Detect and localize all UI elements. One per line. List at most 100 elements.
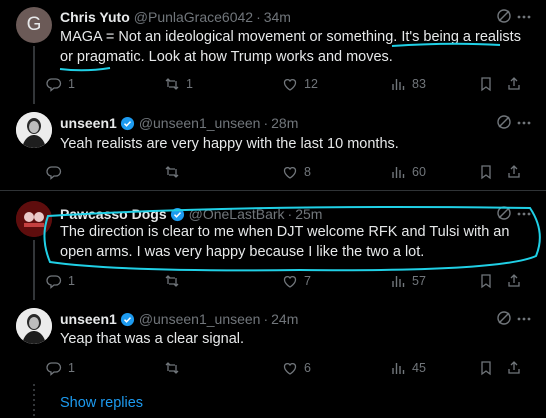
tweet-actions: 1 6 45 [46,358,520,378]
reply-count: 1 [68,361,75,375]
verified-badge-icon [120,116,134,130]
share-icon[interactable] [506,164,522,180]
view-count: 45 [412,361,426,375]
repost-button[interactable] [164,162,186,182]
views-icon [392,167,405,178]
views-button[interactable]: 83 [390,74,426,94]
thread-divider [0,190,546,191]
like-button[interactable]: 7 [282,271,311,291]
author-name[interactable]: Chris Yuto [60,9,130,25]
thread-line [33,46,35,104]
author-handle[interactable]: @PunlaGrace6042 [134,9,253,25]
portrait-image [16,308,52,344]
author-handle[interactable]: @OneLastBark [189,206,285,222]
bookmark-icon[interactable] [478,76,494,92]
grok-icon[interactable] [496,8,512,24]
tweet-actions: 1 7 57 [46,271,520,291]
views-button[interactable]: 57 [390,271,426,291]
like-count: 6 [304,361,311,375]
reply-button[interactable] [46,162,68,182]
tweet-pawcasso-dogs[interactable]: Pawcasso Dogs @OneLastBark · 25m The dir… [0,194,546,300]
author-handle[interactable]: @unseen1_unseen [139,115,261,131]
more-icon[interactable] [516,9,532,25]
reply-icon [46,275,62,289]
repost-button[interactable] [164,358,186,378]
tweet-chris-yuto[interactable]: G Chris Yuto @PunlaGrace6042 · 34m MAGA … [0,0,546,104]
tweet-header: unseen1 @unseen1_unseen · 28m [60,113,546,133]
author-name[interactable]: Pawcasso Dogs [60,206,167,222]
reply-icon [46,78,62,92]
repost-icon [165,362,179,374]
repost-button[interactable]: 1 [164,74,193,94]
thread-line [33,240,35,300]
like-count: 12 [304,77,318,91]
timestamp[interactable]: 24m [271,311,298,327]
share-icon[interactable] [506,76,522,92]
timestamp[interactable]: 34m [264,9,291,25]
timestamp[interactable]: 28m [271,115,298,131]
reply-button[interactable]: 1 [46,358,75,378]
tweet-header: Pawcasso Dogs @OneLastBark · 25m [60,204,546,224]
repost-icon [165,166,179,178]
more-icon[interactable] [516,206,532,222]
separator-dot: · [256,9,261,25]
author-name[interactable]: unseen1 [60,311,117,327]
grok-icon[interactable] [496,205,512,221]
views-button[interactable]: 60 [390,162,426,182]
dog-logo-image [16,201,52,237]
tweet-unseen1-reply-2[interactable]: unseen1 @unseen1_unseen · 24m Yeap that … [0,300,546,386]
heart-icon [283,276,297,288]
author-name[interactable]: unseen1 [60,115,117,131]
reply-icon [46,166,62,180]
share-icon[interactable] [506,273,522,289]
heart-icon [283,79,297,91]
avatar[interactable] [16,308,52,344]
tweet-actions: 8 60 [46,162,520,182]
bookmark-icon[interactable] [478,273,494,289]
reply-button[interactable]: 1 [46,74,75,94]
separator-dot: · [263,115,269,131]
more-replies-connector [33,384,35,418]
like-button[interactable]: 6 [282,358,311,378]
grok-icon[interactable] [496,114,512,130]
tweet-text: Yeap that was a clear signal. [60,331,245,347]
reply-button[interactable]: 1 [46,271,75,291]
tweet-unseen1-reply-1[interactable]: unseen1 @unseen1_unseen · 28m Yeah reali… [0,104,546,188]
tweet-actions: 1 1 12 83 [46,74,520,94]
like-button[interactable]: 12 [282,74,318,94]
repost-button[interactable] [164,271,186,291]
show-replies-link[interactable]: Show replies [60,395,143,411]
heart-icon [283,363,297,375]
avatar[interactable]: G [16,7,52,43]
view-count: 57 [412,274,426,288]
more-icon[interactable] [516,311,532,327]
bookmark-icon[interactable] [478,360,494,376]
timestamp[interactable]: 25m [295,206,322,222]
tweet-text: MAGA = Not an ideological movement or so… [60,29,525,65]
more-icon[interactable] [516,115,532,131]
grok-icon[interactable] [496,310,512,326]
verified-badge-icon [170,207,184,221]
views-icon [392,363,405,374]
tweet-header: Chris Yuto @PunlaGrace6042 · 34m [60,7,546,27]
author-handle[interactable]: @unseen1_unseen [139,311,261,327]
share-icon[interactable] [506,360,522,376]
view-count: 60 [412,165,426,179]
views-button[interactable]: 45 [390,358,426,378]
reply-count: 1 [68,77,75,91]
like-button[interactable]: 8 [282,162,311,182]
bookmark-icon[interactable] [478,164,494,180]
verified-badge-icon [120,312,134,326]
avatar[interactable] [16,112,52,148]
separator-dot: · [263,311,269,327]
tweet-text: Yeah realists are very happy with the la… [60,136,399,152]
repost-count: 1 [186,77,193,91]
views-icon [392,276,405,287]
like-count: 8 [304,165,311,179]
portrait-image [16,112,52,148]
views-icon [392,79,405,90]
view-count: 83 [412,77,426,91]
like-count: 7 [304,274,311,288]
avatar[interactable] [16,201,52,237]
reply-count: 1 [68,274,75,288]
